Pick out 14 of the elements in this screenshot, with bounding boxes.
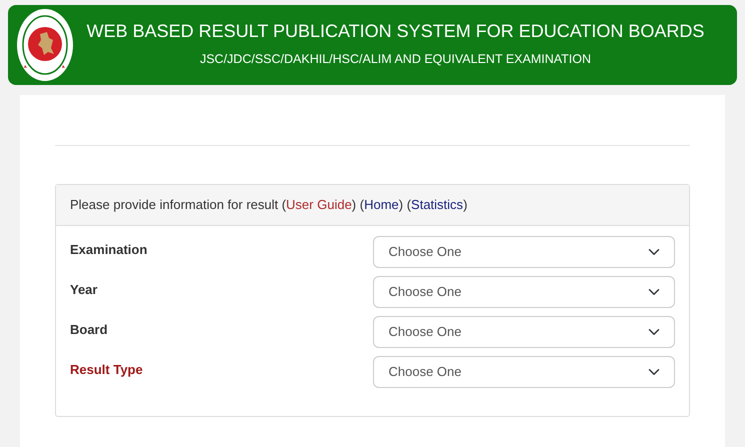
dropdown-field[interactable]: Choose One xyxy=(372,276,675,308)
text-link[interactable]: Statistics xyxy=(411,197,464,212)
field-label: Year xyxy=(70,280,98,298)
field-label: Board xyxy=(70,320,109,338)
site-title: WEB BASED RESULT PUBLICATION SYSTEM FOR EDUCATION BOARDS xyxy=(86,22,706,42)
dropdown-field[interactable]: Choose One xyxy=(372,316,675,348)
field-label: Result Type xyxy=(70,360,144,379)
text-link[interactable]: User Guide xyxy=(286,197,352,212)
dropdown-field[interactable]: Choose One xyxy=(372,236,675,268)
text-link[interactable]: Home xyxy=(364,197,399,212)
site-subtitle: JSC/JDC/SSC/DAKHIL/HSC/ALIM AND EQUIVALENT EXAMINATION xyxy=(198,50,592,68)
dropdown-field[interactable]: Choose One xyxy=(372,356,675,388)
field-label: Examination xyxy=(70,240,148,258)
form-instructions: Please provide information for result (User Guide) (Home) (Statistics) xyxy=(56,185,689,226)
